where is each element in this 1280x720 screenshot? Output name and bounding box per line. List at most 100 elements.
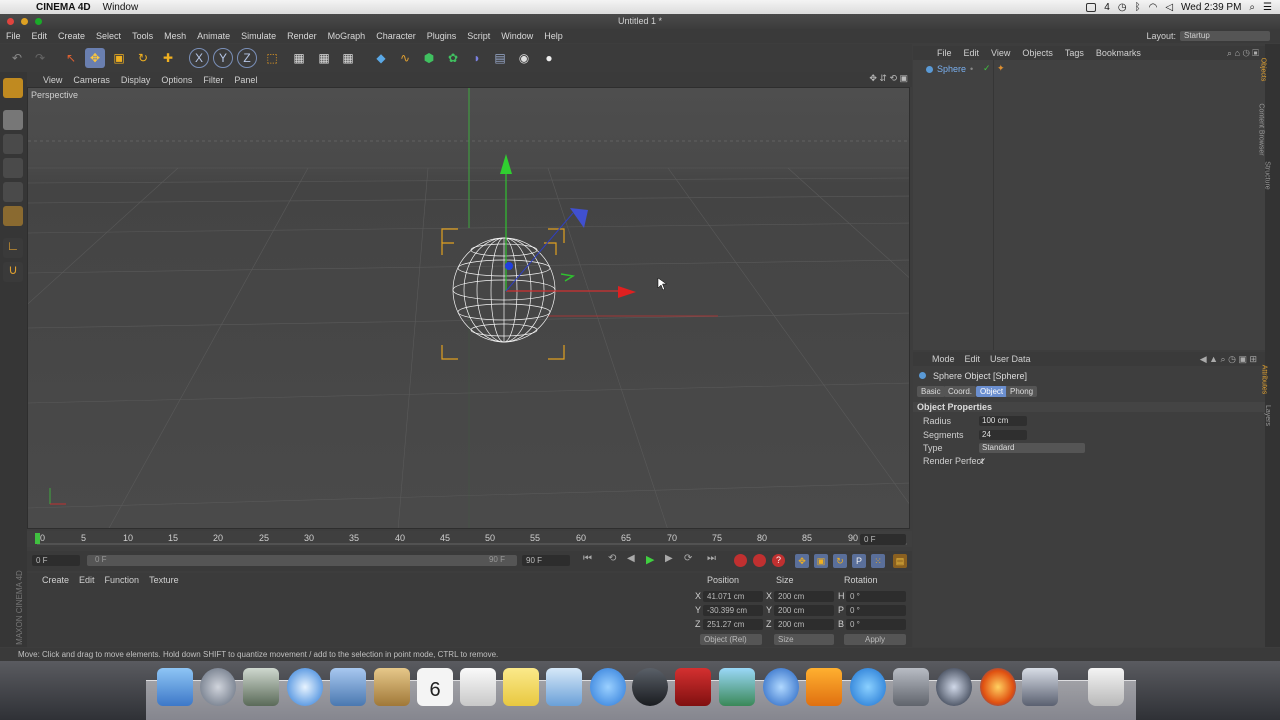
start-frame-field[interactable]: 0 F <box>32 555 80 566</box>
visibility-dots[interactable]: • <box>970 64 973 74</box>
object-manager[interactable]: Sphere • ✓ ✦ <box>913 60 1265 350</box>
z-axis-lock-icon[interactable]: Z <box>237 48 257 68</box>
light-icon[interactable]: ● <box>539 48 559 68</box>
undo-icon[interactable]: ↶ <box>7 48 27 68</box>
menu-simulate[interactable]: Simulate <box>241 31 276 41</box>
keyframe-selection-icon[interactable]: ? <box>772 554 785 567</box>
snap-icon[interactable]: ∪ <box>3 262 23 282</box>
rotation-p-field[interactable]: 0 ° <box>846 605 906 616</box>
menu-select[interactable]: Select <box>96 31 121 41</box>
om-menu-view[interactable]: View <box>991 48 1010 58</box>
menu-window[interactable]: Window <box>501 31 533 41</box>
viewport-scene[interactable] <box>28 88 910 529</box>
timeline-ruler[interactable]: 0 5 10 15 20 25 30 35 40 45 50 55 60 65 … <box>27 531 912 547</box>
notes-icon[interactable] <box>503 668 539 706</box>
spotlight-icon[interactable]: ⌕ <box>1249 2 1255 13</box>
spline-icon[interactable]: ∿ <box>395 48 415 68</box>
tab-coord[interactable]: Coord. <box>944 386 977 397</box>
range-slider[interactable]: 0 F 90 F <box>87 555 517 566</box>
next-frame-icon[interactable]: ▶ <box>665 553 673 564</box>
move-tool-icon[interactable]: ✥ <box>85 48 105 68</box>
timeline-scale[interactable] <box>27 531 912 547</box>
coord-mode-select[interactable]: Object (Rel) <box>700 634 762 645</box>
attr-menu-userdata[interactable]: User Data <box>990 354 1031 364</box>
goto-start-icon[interactable]: ⏮ <box>583 553 592 564</box>
app-menu[interactable]: CINEMA 4D <box>36 2 91 13</box>
key-pla-icon[interactable]: ⁙ <box>871 554 885 568</box>
notifications-icon[interactable]: ☰ <box>1263 2 1272 13</box>
menu-character[interactable]: Character <box>376 31 416 41</box>
render-perfect-checkbox[interactable]: ✓ <box>979 456 987 467</box>
vp-menu-options[interactable]: Options <box>161 75 192 85</box>
end-frame-field[interactable]: 90 F <box>522 555 570 566</box>
key-rotation-icon[interactable]: ↻ <box>833 554 847 568</box>
key-parameter-icon[interactable]: P <box>852 554 866 568</box>
size-z-field[interactable]: 200 cm <box>774 619 834 630</box>
om-menu-bookmarks[interactable]: Bookmarks <box>1096 48 1141 58</box>
tab-phong[interactable]: Phong <box>1006 386 1038 397</box>
material-manager[interactable]: Create Edit Function Texture <box>27 573 692 647</box>
mat-menu-edit[interactable]: Edit <box>79 575 95 585</box>
rotation-b-field[interactable]: 0 ° <box>846 619 906 630</box>
texture-mode-icon[interactable] <box>3 134 23 154</box>
tab-layers-vertical[interactable]: Layers <box>1264 405 1271 426</box>
bluetooth-icon[interactable]: ᛒ <box>1135 2 1141 13</box>
model-mode-icon[interactable] <box>3 110 23 130</box>
menu-file[interactable]: File <box>6 31 21 41</box>
menu-script[interactable]: Script <box>467 31 490 41</box>
array-icon[interactable]: ✿ <box>443 48 463 68</box>
goto-prev-key-icon[interactable]: ⟲ <box>608 553 616 564</box>
finder-icon[interactable] <box>157 668 193 706</box>
redo-icon[interactable]: ↷ <box>30 48 50 68</box>
record-keys-icon[interactable] <box>734 554 747 567</box>
om-menu-objects[interactable]: Objects <box>1022 48 1053 58</box>
launchpad-icon[interactable] <box>200 668 236 706</box>
facetime-icon[interactable] <box>632 668 668 706</box>
last-tool-icon[interactable]: ✚ <box>158 48 178 68</box>
mat-menu-function[interactable]: Function <box>105 575 140 585</box>
mat-menu-create[interactable]: Create <box>42 575 69 585</box>
om-menu-file[interactable]: File <box>937 48 952 58</box>
floor-icon[interactable]: ▤ <box>490 48 510 68</box>
om-menu-edit[interactable]: Edit <box>964 48 980 58</box>
sphere-object-name[interactable]: Sphere <box>937 64 966 74</box>
time-machine-icon[interactable]: ◷ <box>1118 2 1127 13</box>
key-position-icon[interactable]: ✥ <box>795 554 809 568</box>
timeline-window-icon[interactable]: ▤ <box>893 554 907 568</box>
enabled-check-icon[interactable]: ✓ <box>983 63 991 74</box>
phong-tag-icon[interactable]: ✦ <box>997 63 1005 74</box>
app-store-icon[interactable] <box>850 668 886 706</box>
safari-icon[interactable] <box>287 668 323 706</box>
itunes-icon[interactable] <box>763 668 799 706</box>
live-selection-icon[interactable]: ↖ <box>61 48 81 68</box>
type-select[interactable]: Standard <box>979 443 1085 453</box>
cube-object-icon[interactable]: ◆ <box>371 48 391 68</box>
vp-menu-display[interactable]: Display <box>121 75 151 85</box>
vp-menu-panel[interactable]: Panel <box>234 75 257 85</box>
key-scale-icon[interactable]: ▣ <box>814 554 828 568</box>
camera-status-icon[interactable] <box>1086 2 1097 12</box>
camera-icon[interactable]: ◉ <box>514 48 534 68</box>
current-frame-field[interactable]: 0 F <box>860 534 906 545</box>
size-x-field[interactable]: 200 cm <box>774 591 834 602</box>
render-settings-icon[interactable]: ▦ <box>338 48 358 68</box>
coordinate-system-icon[interactable]: ⬚ <box>262 48 282 68</box>
menu-edit[interactable]: Edit <box>32 31 48 41</box>
system-preferences-icon[interactable] <box>893 668 929 706</box>
rotation-h-field[interactable]: 0 ° <box>846 591 906 602</box>
attr-menu-mode[interactable]: Mode <box>932 354 955 364</box>
segments-field[interactable]: 24 <box>979 430 1027 440</box>
menu-mesh[interactable]: Mesh <box>164 31 186 41</box>
autokey-icon[interactable] <box>753 554 766 567</box>
layout-select[interactable]: Startup <box>1180 31 1270 41</box>
subdivision-icon[interactable]: ⬢ <box>419 48 439 68</box>
polygons-mode-icon[interactable] <box>3 206 23 226</box>
edges-mode-icon[interactable] <box>3 182 23 202</box>
trash-icon[interactable] <box>1088 668 1124 706</box>
tab-attributes-vertical[interactable]: Attributes <box>1260 365 1267 395</box>
wifi-icon[interactable]: ◠ <box>1149 2 1158 13</box>
reminders-icon[interactable] <box>460 668 496 706</box>
tab-basic[interactable]: Basic <box>917 386 945 397</box>
menu-mograph[interactable]: MoGraph <box>328 31 366 41</box>
screenflow-icon[interactable] <box>1022 668 1058 706</box>
